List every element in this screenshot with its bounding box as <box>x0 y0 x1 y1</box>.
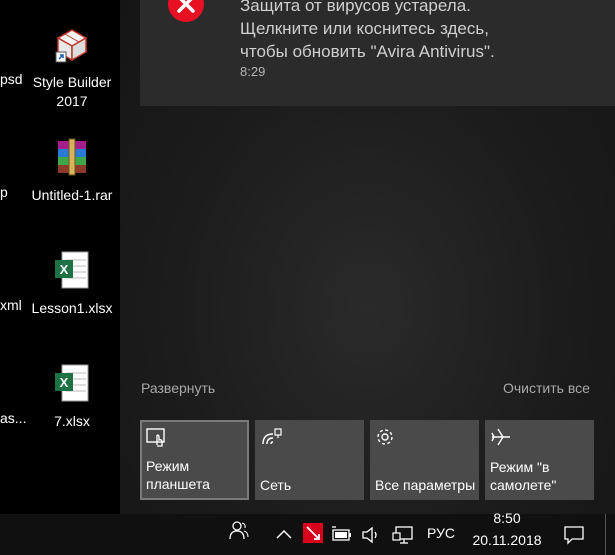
tile-label: Сеть <box>260 476 291 494</box>
chevron-up-icon[interactable] <box>273 524 295 546</box>
people-icon[interactable] <box>228 520 250 542</box>
battery-icon[interactable] <box>331 524 353 546</box>
clear-all-link[interactable]: Очистить все <box>503 380 590 396</box>
tile-label-line: Режим "в <box>490 459 550 475</box>
style-builder-app-icon <box>55 29 88 63</box>
excel-file-icon: X <box>55 251 89 289</box>
show-desktop-button[interactable] <box>605 514 606 555</box>
tile-label-line: самолете" <box>490 477 557 493</box>
notification-message: Защита от вирусов устарела. Щелкните или… <box>240 0 610 63</box>
tile-label: Все параметры <box>375 476 475 494</box>
notification-line: чтобы обновить "Avira Antivirus". <box>240 42 495 61</box>
tile-label: Режим планшета <box>146 457 210 493</box>
winrar-archive-icon <box>58 138 86 176</box>
action-center-panel: Защита от вирусов устарела. Щелкните или… <box>120 0 615 514</box>
notification-time: 8:29 <box>240 64 266 79</box>
error-icon <box>168 0 204 22</box>
tile-network[interactable]: Сеть <box>255 420 364 500</box>
tile-label-line: Режим <box>146 458 190 474</box>
tablet-mode-icon <box>146 428 165 447</box>
taskbar: РУС 8:50 20.11.2018 <box>0 510 615 555</box>
svg-text:X: X <box>60 262 69 277</box>
svg-text:X: X <box>60 375 69 390</box>
notification-line: Защита от вирусов устарела. <box>240 0 471 15</box>
tile-airplane-mode[interactable]: Режим "в самолете" <box>485 420 594 500</box>
tile-all-settings[interactable]: Все параметры <box>370 420 479 500</box>
tile-label-line: планшета <box>146 476 210 492</box>
airplane-icon <box>491 428 510 446</box>
clock[interactable]: 8:50 20.11.2018 <box>466 510 548 551</box>
volume-icon[interactable] <box>360 524 382 546</box>
tile-label-line: Все параметры <box>375 477 476 493</box>
tile-tablet-mode[interactable]: Режим планшета <box>140 420 249 500</box>
network-tray-icon[interactable] <box>392 524 414 546</box>
tile-label: Режим "в самолете" <box>490 458 556 494</box>
notification-card[interactable]: Защита от вирусов устарела. Щелкните или… <box>140 0 615 106</box>
clock-date: 20.11.2018 <box>472 532 542 548</box>
notification-line: Щелкните или коснитесь здесь, <box>240 19 489 38</box>
expand-link[interactable]: Развернуть <box>141 380 215 396</box>
avira-tray-icon[interactable] <box>302 522 324 544</box>
clock-time: 8:50 <box>493 510 521 526</box>
network-icon <box>262 428 282 445</box>
language-indicator[interactable]: РУС <box>427 525 455 541</box>
tile-label-line: Сеть <box>260 477 292 493</box>
excel-file-icon: X <box>55 364 89 402</box>
action-center-icon[interactable] <box>563 524 585 546</box>
gear-icon <box>377 429 393 445</box>
